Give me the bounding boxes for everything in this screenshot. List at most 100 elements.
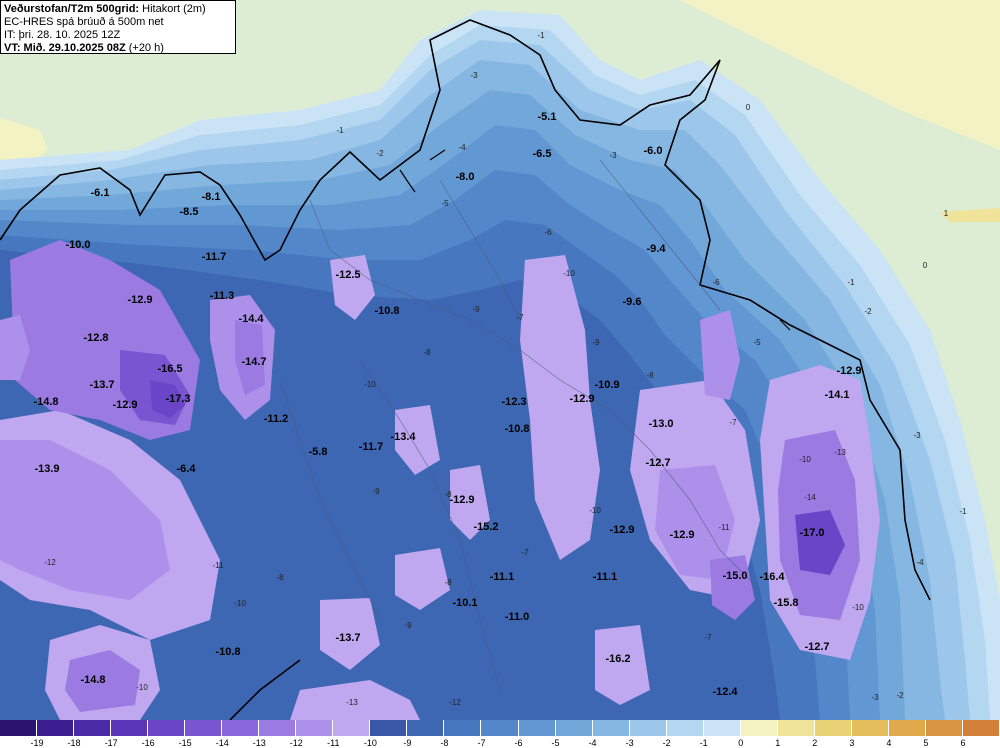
temperature-label: -11.7 <box>359 441 383 453</box>
legend-label: -3 <box>625 738 634 748</box>
contour-label: -1 <box>537 31 545 40</box>
contour-label: -10 <box>364 380 376 389</box>
legend-label: -5 <box>551 738 560 748</box>
contour-label: -10 <box>589 506 601 515</box>
header-line-2: EC-HRES spá brúuð á 500m net <box>4 16 164 28</box>
legend-label: -4 <box>588 738 597 748</box>
temperature-label: -12.9 <box>669 529 694 541</box>
map-header: Veðurstofan/T2m 500grid: Hitakort (2m) E… <box>0 0 236 54</box>
contour-label: -7 <box>704 633 712 642</box>
temperature-label: -12.9 <box>609 524 634 536</box>
contour-label: -4 <box>916 558 924 567</box>
temperature-label: -13.9 <box>34 463 59 475</box>
header-line-3: IT: þri. 28. 10. 2025 12Z <box>4 29 121 41</box>
contour-label: -8 <box>646 371 654 380</box>
contour-label: 1 <box>944 209 949 218</box>
legend-label: -2 <box>662 738 671 748</box>
temperature-label: -14.7 <box>241 356 266 368</box>
contour-label: -7 <box>521 548 529 557</box>
legend-label: -18 <box>67 738 81 748</box>
temperature-label: -12.7 <box>804 641 829 653</box>
contour-label: 0 <box>746 103 751 112</box>
contour-label: -9 <box>372 487 380 496</box>
temperature-label: -6.1 <box>91 187 110 199</box>
contour-label: -11 <box>719 523 731 532</box>
header-valid-offset: (+20 h) <box>125 42 164 54</box>
legend-label: -16 <box>141 738 155 748</box>
temperature-label: -11.1 <box>593 571 617 583</box>
legend-label: -1 <box>699 738 708 748</box>
legend-label: -6 <box>514 738 523 748</box>
legend-label: -12 <box>289 738 303 748</box>
contour-label: -14 <box>804 493 816 502</box>
contour-label: -12 <box>44 558 56 567</box>
temperature-label: -14.4 <box>238 313 264 325</box>
temperature-label: -16.2 <box>605 653 630 665</box>
legend-swatch <box>629 720 667 736</box>
legend-swatch <box>555 720 593 736</box>
legend-swatch <box>37 720 75 736</box>
temperature-label: -9.6 <box>623 296 642 308</box>
legend-label: 2 <box>812 738 818 748</box>
legend-label: -14 <box>215 738 229 748</box>
legend-label: 6 <box>960 738 966 748</box>
legend-label: -8 <box>440 738 449 748</box>
temperature-label: -15.2 <box>473 521 498 533</box>
contour-label: -5 <box>441 199 449 208</box>
legend-swatch <box>740 720 778 736</box>
legend-swatch <box>370 720 408 736</box>
temperature-label: -10.9 <box>594 379 619 391</box>
legend-swatch <box>222 720 260 736</box>
legend-swatch <box>0 720 38 736</box>
contour-label: 0 <box>923 261 928 270</box>
temperature-label: -12.9 <box>569 393 594 405</box>
temperature-label: -8.5 <box>180 206 199 218</box>
temperature-label: -12.9 <box>836 365 861 377</box>
temperature-label: -14.8 <box>33 396 58 408</box>
contour-label: -10 <box>563 269 575 278</box>
contour-label: -3 <box>609 151 617 160</box>
temperature-label: -15.8 <box>773 597 798 609</box>
contour-label: -10 <box>799 455 811 464</box>
legend-swatch <box>925 720 963 736</box>
temperature-label: -10.8 <box>215 646 240 658</box>
legend-label: 1 <box>775 738 781 748</box>
contour-label: -10 <box>136 683 148 692</box>
legend-label: -17 <box>104 738 118 748</box>
temperature-label: -12.8 <box>83 332 108 344</box>
temperature-label: -12.9 <box>127 294 152 306</box>
contour-label: -8 <box>276 573 284 582</box>
temperature-label: -9.4 <box>647 243 667 255</box>
legend-swatch <box>259 720 297 736</box>
contour-label: -1 <box>336 126 344 135</box>
temperature-label: -6.0 <box>644 145 663 157</box>
contour-label: -1 <box>959 507 967 516</box>
temperature-label: -6.5 <box>533 148 552 160</box>
temperature-label: -12.9 <box>449 494 474 506</box>
contour-label: -7 <box>729 418 737 427</box>
legend-swatch <box>592 720 630 736</box>
contour-label: -2 <box>896 691 904 700</box>
header-title-rest: Hitakort (2m) <box>139 3 206 15</box>
temperature-label: -13.4 <box>390 431 416 443</box>
contour-label: -1 <box>847 278 855 287</box>
legend-swatch <box>777 720 815 736</box>
legend-label: -19 <box>30 738 44 748</box>
legend-label: -15 <box>178 738 192 748</box>
legend-label: 0 <box>738 738 744 748</box>
contour-label: -4 <box>458 143 466 152</box>
temperature-label: -10.1 <box>452 597 477 609</box>
legend-swatch <box>703 720 741 736</box>
temperature-label: -13.7 <box>89 379 114 391</box>
legend-label: -13 <box>252 738 266 748</box>
header-line-1: Veðurstofan/T2m 500grid: Hitakort (2m) <box>4 3 232 16</box>
legend-label: 5 <box>923 738 929 748</box>
header-valid-time: VT: Mið. 29.10.2025 08Z <box>4 42 126 54</box>
temperature-label: -12.3 <box>501 396 526 408</box>
temperature-label: -11.7 <box>202 251 226 263</box>
contour-label: -12 <box>449 698 461 707</box>
contour-label: -8 <box>444 578 452 587</box>
temperature-label: -10.8 <box>504 423 529 435</box>
temperature-label: -13.0 <box>648 418 673 430</box>
temperature-label: -12.5 <box>335 269 360 281</box>
